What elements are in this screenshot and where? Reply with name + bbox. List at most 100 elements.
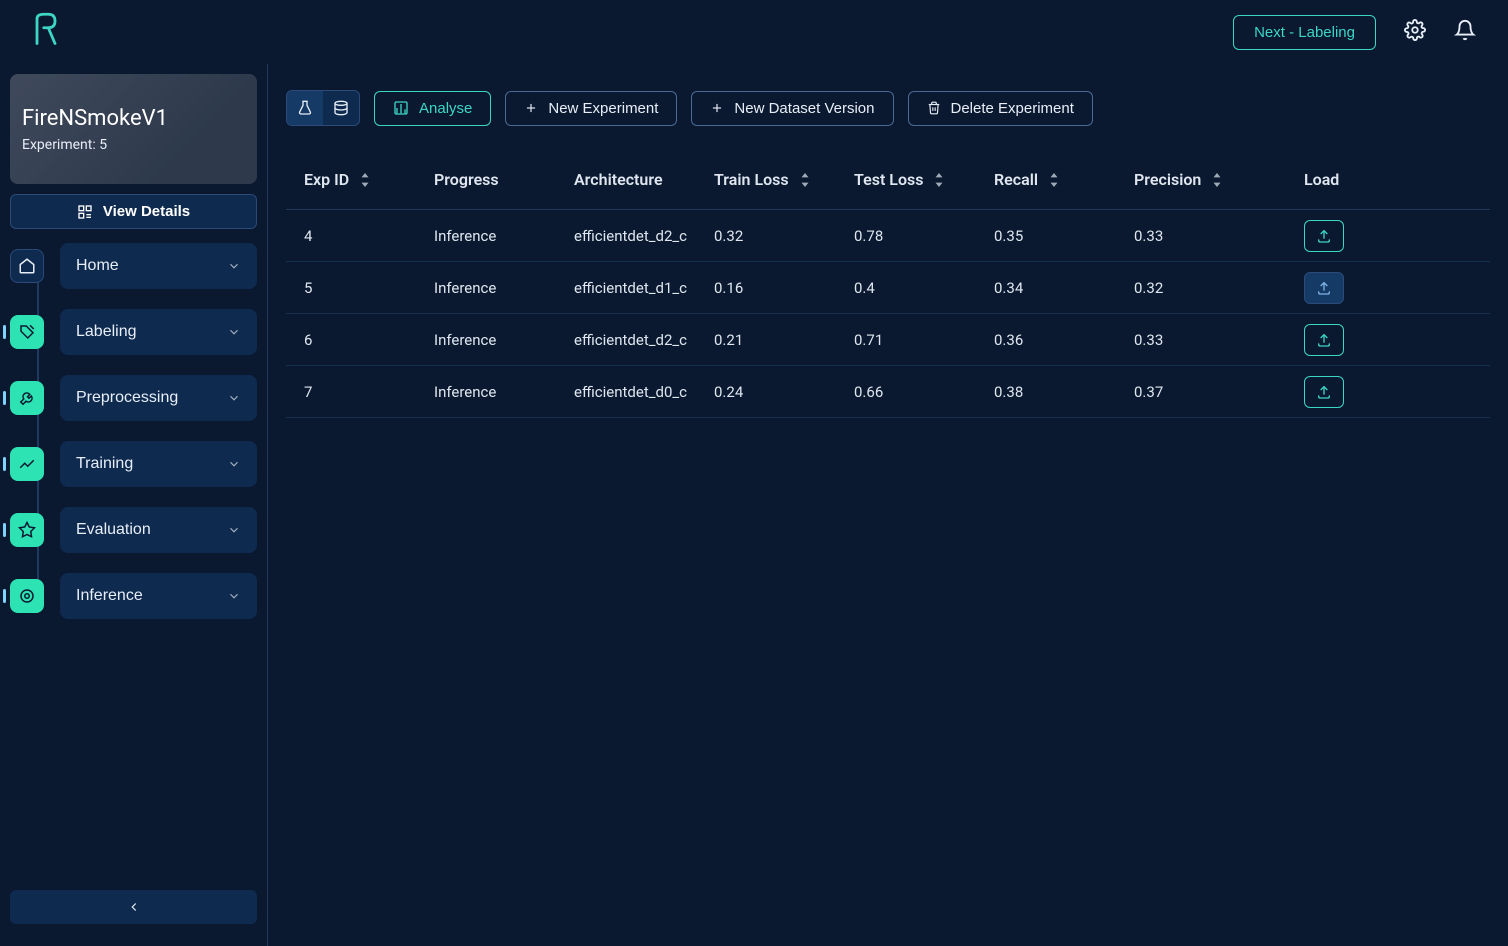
cell-architecture: efficientdet_d2_c — [574, 331, 714, 349]
table-row[interactable]: 6Inferenceefficientdet_d2_c0.210.710.360… — [286, 314, 1490, 366]
nav-tick — [3, 589, 6, 603]
delete-experiment-button[interactable]: Delete Experiment — [908, 91, 1093, 126]
app-header: Next - Labeling — [0, 0, 1508, 64]
cell-train-loss: 0.21 — [714, 331, 854, 349]
sidebar-item-button[interactable]: Inference — [60, 573, 257, 619]
cell-exp-id: 6 — [304, 331, 434, 349]
th-precision[interactable]: Precision — [1134, 170, 1304, 189]
th-train-loss[interactable]: Train Loss — [714, 170, 854, 189]
sort-icon — [933, 173, 945, 187]
load-button[interactable] — [1304, 324, 1344, 356]
th-recall[interactable]: Recall — [994, 170, 1134, 189]
view-details-button[interactable]: View Details — [10, 194, 257, 229]
table-row[interactable]: 7Inferenceefficientdet_d0_c0.240.660.380… — [286, 366, 1490, 418]
sidebar-item-button[interactable]: Preprocessing — [60, 375, 257, 421]
toolbar: Analyse New Experiment New Dataset Versi… — [286, 90, 1490, 126]
chevron-down-icon — [227, 325, 241, 339]
collapse-sidebar-button[interactable] — [10, 890, 257, 924]
settings-icon[interactable] — [1404, 19, 1426, 45]
delete-experiment-label: Delete Experiment — [951, 100, 1074, 117]
cell-exp-id: 7 — [304, 383, 434, 401]
new-dataset-button[interactable]: New Dataset Version — [691, 91, 893, 126]
sidebar: FireNSmokeV1 Experiment: 5 View Details … — [0, 64, 268, 946]
th-progress: Progress — [434, 170, 574, 189]
th-exp-id[interactable]: Exp ID — [304, 170, 434, 189]
upload-icon — [1316, 332, 1332, 348]
nav-tick — [3, 523, 6, 537]
cell-progress: Inference — [434, 383, 574, 401]
cell-recall: 0.34 — [994, 279, 1134, 297]
view-toggle — [286, 90, 360, 126]
sidebar-item-evaluation[interactable]: Evaluation — [10, 507, 257, 553]
logo — [32, 12, 60, 52]
upload-icon — [1316, 228, 1332, 244]
sort-icon — [799, 173, 811, 187]
sidebar-item-labeling[interactable]: Labeling — [10, 309, 257, 355]
sidebar-item-training[interactable]: Training — [10, 441, 257, 487]
chevron-down-icon — [227, 391, 241, 405]
sidebar-item-button[interactable]: Home — [60, 243, 257, 289]
sidebar-item-label: Training — [76, 455, 133, 473]
inference-icon — [10, 579, 44, 613]
th-load: Load — [1304, 170, 1384, 189]
load-button[interactable] — [1304, 272, 1344, 304]
project-title: FireNSmokeV1 — [22, 106, 245, 131]
cell-train-loss: 0.16 — [714, 279, 854, 297]
database-icon — [333, 100, 349, 116]
cell-precision: 0.32 — [1134, 279, 1304, 297]
cell-architecture: efficientdet_d2_c — [574, 227, 714, 245]
upload-icon — [1316, 384, 1332, 400]
sidebar-item-home[interactable]: Home — [10, 243, 257, 289]
table-row[interactable]: 5Inferenceefficientdet_d1_c0.160.40.340.… — [286, 262, 1490, 314]
project-subtitle: Experiment: 5 — [22, 137, 245, 153]
sidebar-item-label: Labeling — [76, 323, 137, 341]
sidebar-item-label: Preprocessing — [76, 389, 178, 407]
sidebar-item-button[interactable]: Training — [60, 441, 257, 487]
sort-icon — [359, 173, 371, 187]
cell-architecture: efficientdet_d1_c — [574, 279, 714, 297]
sidebar-item-button[interactable]: Labeling — [60, 309, 257, 355]
cell-test-loss: 0.66 — [854, 383, 994, 401]
load-button[interactable] — [1304, 376, 1344, 408]
chevron-down-icon — [227, 589, 241, 603]
nav-tick — [3, 325, 6, 339]
load-button[interactable] — [1304, 220, 1344, 252]
table-header: Exp ID Progress Architecture Train Loss … — [286, 150, 1490, 210]
main-content: Analyse New Experiment New Dataset Versi… — [268, 64, 1508, 946]
cell-test-loss: 0.78 — [854, 227, 994, 245]
plus-icon — [710, 101, 724, 115]
analyse-label: Analyse — [419, 100, 472, 117]
view-experiments-toggle[interactable] — [287, 91, 323, 125]
cell-train-loss: 0.32 — [714, 227, 854, 245]
sidebar-item-label: Home — [76, 257, 119, 275]
cell-progress: Inference — [434, 331, 574, 349]
sidebar-item-inference[interactable]: Inference — [10, 573, 257, 619]
cell-precision: 0.33 — [1134, 331, 1304, 349]
chevron-down-icon — [227, 523, 241, 537]
cell-progress: Inference — [434, 279, 574, 297]
sidebar-item-preprocessing[interactable]: Preprocessing — [10, 375, 257, 421]
analyse-button[interactable]: Analyse — [374, 91, 491, 126]
new-experiment-button[interactable]: New Experiment — [505, 91, 677, 126]
cell-test-loss: 0.4 — [854, 279, 994, 297]
new-experiment-label: New Experiment — [548, 100, 658, 117]
cell-precision: 0.37 — [1134, 383, 1304, 401]
bell-icon[interactable] — [1454, 19, 1476, 45]
preprocessing-icon — [10, 381, 44, 415]
new-dataset-label: New Dataset Version — [734, 100, 874, 117]
cell-progress: Inference — [434, 227, 574, 245]
nav-tick — [3, 391, 6, 405]
cell-test-loss: 0.71 — [854, 331, 994, 349]
sidebar-item-button[interactable]: Evaluation — [60, 507, 257, 553]
details-icon — [77, 204, 93, 220]
table-row[interactable]: 4Inferenceefficientdet_d2_c0.320.780.350… — [286, 210, 1490, 262]
next-button[interactable]: Next - Labeling — [1233, 15, 1376, 50]
nav-tick — [3, 457, 6, 471]
cell-exp-id: 4 — [304, 227, 434, 245]
th-test-loss[interactable]: Test Loss — [854, 170, 994, 189]
view-datasets-toggle[interactable] — [323, 91, 359, 125]
cell-recall: 0.38 — [994, 383, 1134, 401]
chevron-down-icon — [227, 457, 241, 471]
experiments-table: Exp ID Progress Architecture Train Loss … — [286, 150, 1490, 418]
sidebar-item-label: Inference — [76, 587, 143, 605]
